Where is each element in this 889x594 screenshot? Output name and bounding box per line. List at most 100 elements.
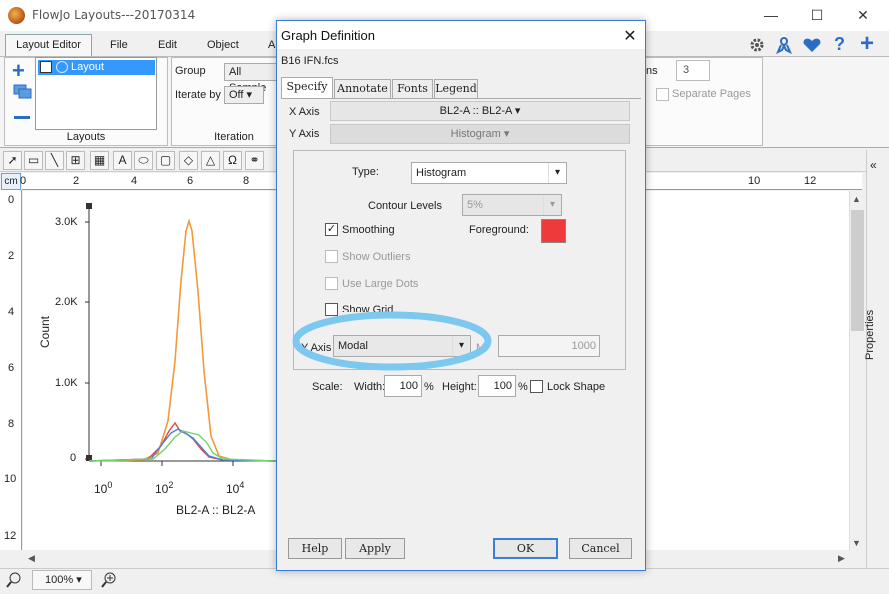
iterate-by-select[interactable]: Off ▾: [224, 86, 264, 104]
y-axis-select[interactable]: Histogram ▾: [330, 124, 630, 144]
width-field[interactable]: 100: [384, 375, 422, 397]
help-icon[interactable]: ?: [834, 34, 845, 55]
separate-pages-checkbox[interactable]: [656, 88, 669, 101]
dialog-close-button[interactable]: ✕: [620, 26, 640, 46]
contour-levels-select[interactable]: 5% ▾: [462, 194, 562, 216]
columns-stepper[interactable]: 3: [676, 60, 710, 81]
properties-panel[interactable]: [866, 150, 889, 570]
show-outliers-label: Show Outliers: [342, 251, 411, 263]
cancel-button[interactable]: Cancel: [569, 538, 632, 559]
chevron-down-icon: ▾: [548, 163, 566, 183]
layouts-group-label: Layouts: [66, 131, 106, 143]
properties-label[interactable]: Properties: [864, 310, 876, 360]
ruler-top-label: 10: [748, 175, 761, 187]
scroll-right-icon[interactable]: ▶: [838, 553, 845, 564]
maximize-button[interactable]: ☐: [794, 4, 840, 26]
y-tick-label: 1.0K: [55, 377, 78, 389]
type-select[interactable]: Histogram ▾: [411, 162, 567, 184]
histogram-graph[interactable]: [23, 191, 276, 550]
contour-levels-value: 5%: [467, 199, 483, 211]
tab-fonts[interactable]: Fonts: [392, 79, 433, 99]
y-axis-label: Count: [38, 315, 52, 348]
show-outliers-checkbox[interactable]: [325, 250, 338, 263]
iterate-by-label: Iterate by: [175, 89, 221, 101]
ruler-left-label: 4: [8, 306, 15, 318]
heart-icon[interactable]: [802, 36, 822, 54]
x-tick-base: 10: [226, 482, 240, 496]
rounded-rect-tool[interactable]: ▢: [156, 151, 175, 170]
scrollbar-thumb[interactable]: [851, 210, 864, 331]
foreground-color-swatch[interactable]: [541, 219, 566, 243]
scroll-up-icon[interactable]: ▲: [852, 194, 861, 204]
triangle-tool[interactable]: △: [201, 151, 220, 170]
diamond-tool[interactable]: ◇: [179, 151, 198, 170]
ruler-top-label: 8: [243, 175, 250, 187]
scale-label: Scale:: [312, 381, 343, 393]
text-tool[interactable]: A: [113, 151, 132, 170]
close-button[interactable]: ✕: [840, 4, 886, 26]
iterate-by-value: Off: [229, 89, 244, 101]
tab-object[interactable]: Object: [207, 36, 239, 56]
rectangle-tool[interactable]: ▭: [24, 151, 43, 170]
link-tool[interactable]: ⚭: [245, 151, 264, 170]
omega-tool[interactable]: Ω: [223, 151, 242, 170]
grid-tool[interactable]: ▦: [90, 151, 109, 170]
ribbon-award-icon[interactable]: [775, 36, 793, 54]
flowjo-logo-icon: [8, 7, 25, 24]
scroll-left-icon[interactable]: ◀: [28, 553, 35, 564]
x-tick-exponent: 2: [168, 480, 174, 490]
use-large-dots-checkbox[interactable]: [325, 277, 338, 290]
zoom-select[interactable]: 100% ▾: [32, 570, 92, 590]
lock-shape-label: Lock Shape: [547, 381, 606, 393]
table-tool[interactable]: ⊞: [66, 151, 85, 170]
use-large-dots-label: Use Large Dots: [342, 278, 419, 290]
collapse-panel-icon[interactable]: «: [870, 158, 877, 172]
x-tick-exponent: 4: [239, 480, 245, 490]
tab-arrange[interactable]: A: [268, 36, 275, 56]
tab-specify[interactable]: Specify: [281, 77, 333, 99]
height-field[interactable]: 100: [478, 375, 516, 397]
x-tick-label: 100: [94, 480, 112, 496]
x-axis-label: X Axis: [289, 106, 320, 118]
pointer-tool[interactable]: ➚: [3, 151, 22, 170]
zoom-in-icon[interactable]: [101, 572, 117, 588]
y-tick-label: 2.0K: [55, 296, 78, 308]
line-tool[interactable]: ╲: [45, 151, 64, 170]
tab-legend[interactable]: Legend: [434, 79, 478, 99]
remove-layout-icon[interactable]: [14, 116, 30, 119]
add-layout-icon[interactable]: +: [12, 58, 25, 84]
dialog-title: Graph Definition: [281, 28, 375, 43]
height-label: Height:: [442, 381, 477, 393]
ruler-left-label: 6: [8, 362, 15, 374]
duplicate-layout-icon[interactable]: [13, 84, 33, 100]
annotation-highlight: [292, 311, 492, 371]
ruler-left-label: 2: [8, 250, 15, 262]
layout-icon: [56, 61, 68, 73]
add-icon[interactable]: +: [860, 30, 874, 58]
tab-annotate[interactable]: Annotate: [334, 79, 391, 99]
help-button[interactable]: Help: [288, 538, 342, 559]
x-axis-select[interactable]: BL2-A :: BL2-A ▾: [330, 101, 630, 121]
orange-series-line: [88, 218, 276, 462]
ruler-left-label: 0: [8, 194, 15, 206]
group-select[interactable]: All Sample: [224, 63, 281, 94]
scroll-down-icon[interactable]: ▼: [852, 538, 861, 548]
list-item[interactable]: Layout: [38, 60, 155, 75]
ruler-unit[interactable]: cm: [1, 173, 21, 190]
ellipse-tool[interactable]: ⬭: [134, 151, 153, 170]
x-tick-label: 104: [226, 480, 244, 496]
smoothing-checkbox[interactable]: ✓: [325, 223, 338, 236]
ok-button[interactable]: OK: [493, 538, 558, 559]
zoom-out-icon[interactable]: [6, 572, 22, 588]
max-value-field[interactable]: 1000: [498, 335, 600, 357]
gear-icon[interactable]: [748, 36, 766, 54]
minimize-button[interactable]: —: [748, 4, 794, 26]
tab-edit[interactable]: Edit: [158, 36, 177, 56]
apply-button[interactable]: Apply: [345, 538, 405, 559]
tab-file[interactable]: File: [110, 36, 128, 56]
layout-checkbox[interactable]: [40, 61, 52, 73]
tab-layout-editor[interactable]: Layout Editor: [5, 34, 92, 57]
x-axis-value: BL2-A :: BL2-A: [439, 105, 512, 117]
smoothing-label: Smoothing: [342, 224, 395, 236]
lock-shape-checkbox[interactable]: [530, 380, 543, 393]
